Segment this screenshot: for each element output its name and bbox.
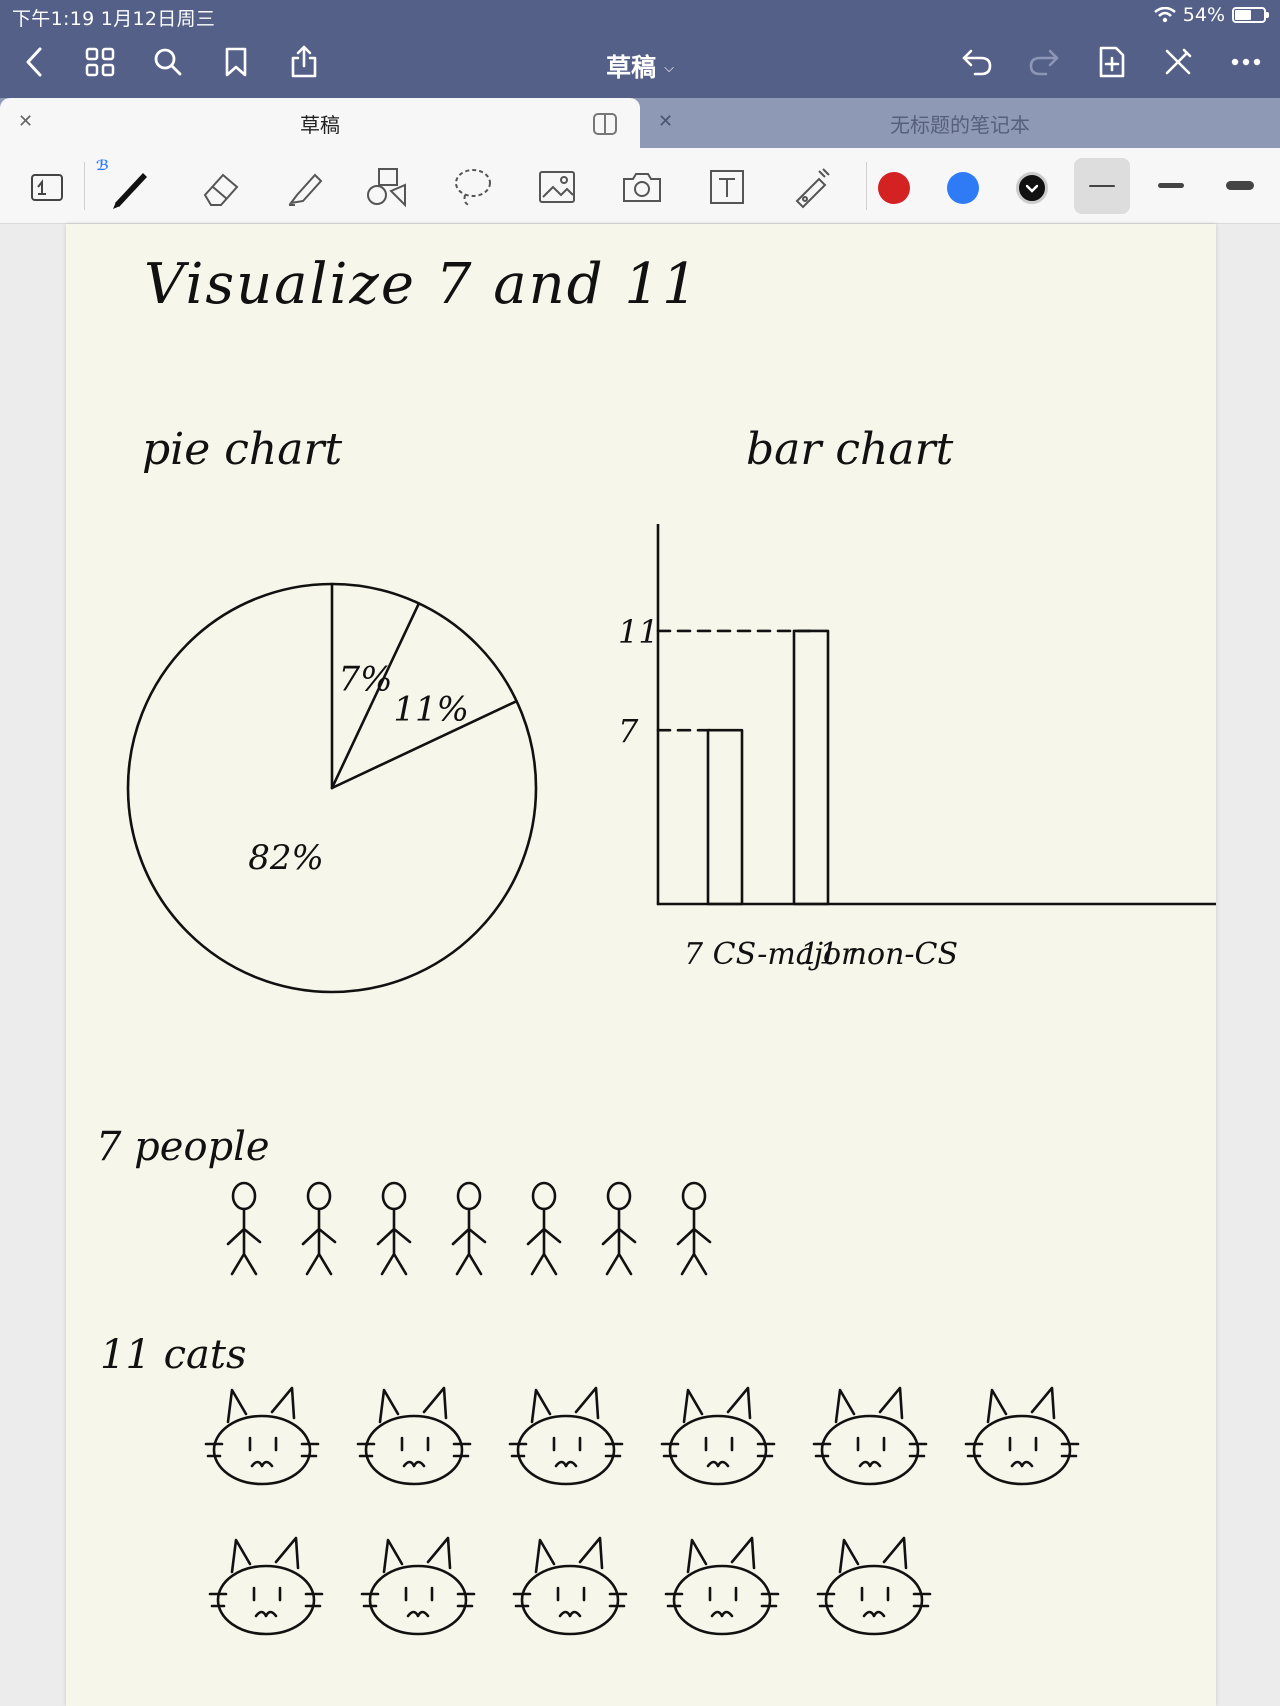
bar — [792, 629, 830, 906]
battery-percent: 54% — [1182, 4, 1225, 26]
undo-button[interactable] — [955, 40, 999, 84]
stick-figure — [676, 1181, 712, 1276]
stroke-width-thin-selected[interactable] — [1074, 158, 1130, 214]
redo-icon — [1029, 49, 1059, 76]
cat-face — [512, 1536, 628, 1636]
tab-untitled-notebook[interactable]: ✕ 无标题的笔记本 — [640, 98, 1280, 148]
stick-figure — [526, 1181, 562, 1276]
more-button[interactable] — [1224, 40, 1268, 84]
shapes-icon — [367, 168, 406, 208]
status-indicators: 54% — [1153, 4, 1269, 26]
cat-face — [208, 1536, 324, 1636]
redo-button[interactable] — [1022, 40, 1066, 84]
color-swatch-black-selected[interactable] — [1016, 172, 1048, 204]
eraser-tool[interactable] — [196, 162, 246, 212]
close-tab-icon[interactable]: ✕ — [18, 111, 33, 132]
bar-chart-heading: bar chart — [746, 424, 954, 475]
read-mode-button[interactable] — [22, 162, 72, 212]
document-title: 草稿 — [606, 53, 657, 82]
camera-tool[interactable] — [617, 162, 667, 212]
text-box-icon — [710, 170, 744, 204]
add-page-button[interactable] — [1090, 40, 1134, 84]
bar-y-tick-label: 7 — [618, 712, 639, 750]
pie-chart: 7%11%82% — [126, 582, 538, 994]
stroke-width-thick[interactable] — [1226, 181, 1254, 190]
text-tool[interactable] — [702, 162, 752, 212]
bar-category-label: 11 non-CS — [800, 937, 958, 972]
shapes-tool[interactable] — [362, 162, 412, 212]
cats-pictogram — [204, 1386, 1080, 1636]
cat-face — [964, 1386, 1080, 1486]
pen-icon — [113, 173, 147, 209]
color-swatch-red[interactable] — [878, 172, 910, 204]
pen-tool[interactable] — [104, 162, 154, 212]
read-mode-icon — [31, 174, 63, 201]
eraser-icon — [203, 173, 239, 206]
image-icon — [539, 171, 575, 203]
pie-chart-heading: pie chart — [142, 424, 343, 475]
close-tab-icon[interactable]: ✕ — [658, 111, 673, 132]
lasso-tool[interactable] — [448, 162, 498, 212]
cat-face — [660, 1386, 776, 1486]
top-app-bar: 下午1:19 1月12日周三 54% 草稿 ⌵ — [0, 0, 1280, 98]
divider — [84, 162, 85, 210]
cat-face — [204, 1386, 320, 1486]
bar-chart: 7 CS-major11 non-CS117 — [618, 524, 1216, 972]
cat-face — [360, 1536, 476, 1636]
edit-toggle-button[interactable] — [1156, 40, 1200, 84]
cat-face — [356, 1386, 472, 1486]
image-tool[interactable] — [532, 162, 582, 212]
stick-figure — [601, 1181, 637, 1276]
people-pictogram-row — [226, 1181, 712, 1276]
undo-icon — [962, 49, 992, 76]
note-canvas[interactable]: Visualize 7 and 11 pie chart bar chart 7… — [66, 224, 1216, 1706]
pie-slice-label: 11% — [393, 690, 469, 730]
highlighter-icon — [288, 173, 323, 206]
wifi-icon — [1153, 7, 1176, 23]
stick-figure — [376, 1181, 412, 1276]
chevron-down-icon: ⌵ — [664, 61, 674, 76]
color-swatch-blue[interactable] — [947, 172, 979, 204]
status-time: 下午1:19 1月12日周三 — [12, 8, 216, 30]
bar-y-tick-label: 11 — [618, 613, 659, 651]
people-label: 7 people — [96, 1124, 270, 1170]
cat-face — [812, 1386, 928, 1486]
stick-figure — [226, 1181, 262, 1276]
stick-figure — [451, 1181, 487, 1276]
tab-label: 无标题的笔记本 — [890, 112, 1030, 137]
bar — [706, 728, 744, 906]
laser-pointer-tool[interactable] — [786, 162, 836, 212]
tab-strip: ✕ 草稿 ✕ 无标题的笔记本 — [0, 98, 1280, 148]
laser-pointer-icon — [795, 168, 830, 209]
tab-draft[interactable]: ✕ 草稿 — [0, 98, 640, 148]
pie-slice-label: 82% — [248, 838, 324, 878]
stick-figure — [301, 1181, 337, 1276]
more-icon — [1231, 58, 1261, 66]
chevron-down-icon — [1025, 184, 1039, 193]
cat-face — [508, 1386, 624, 1486]
cat-face — [816, 1536, 932, 1636]
pencil-off-icon — [1165, 48, 1192, 75]
tab-label: 草稿 — [300, 112, 340, 137]
split-view-icon[interactable] — [592, 112, 618, 136]
highlighter-tool[interactable] — [280, 162, 330, 212]
cat-face — [664, 1536, 780, 1636]
note-title: Visualize 7 and 11 — [144, 252, 700, 317]
add-page-icon — [1099, 46, 1125, 78]
thin-line-icon — [1089, 185, 1115, 187]
cats-label: 11 cats — [100, 1332, 247, 1378]
stroke-width-medium[interactable] — [1158, 183, 1184, 188]
camera-icon — [623, 173, 661, 202]
document-title-menu[interactable]: 草稿 ⌵ — [0, 48, 1280, 84]
divider — [866, 162, 867, 210]
lasso-icon — [455, 169, 491, 206]
battery-icon — [1232, 7, 1269, 23]
